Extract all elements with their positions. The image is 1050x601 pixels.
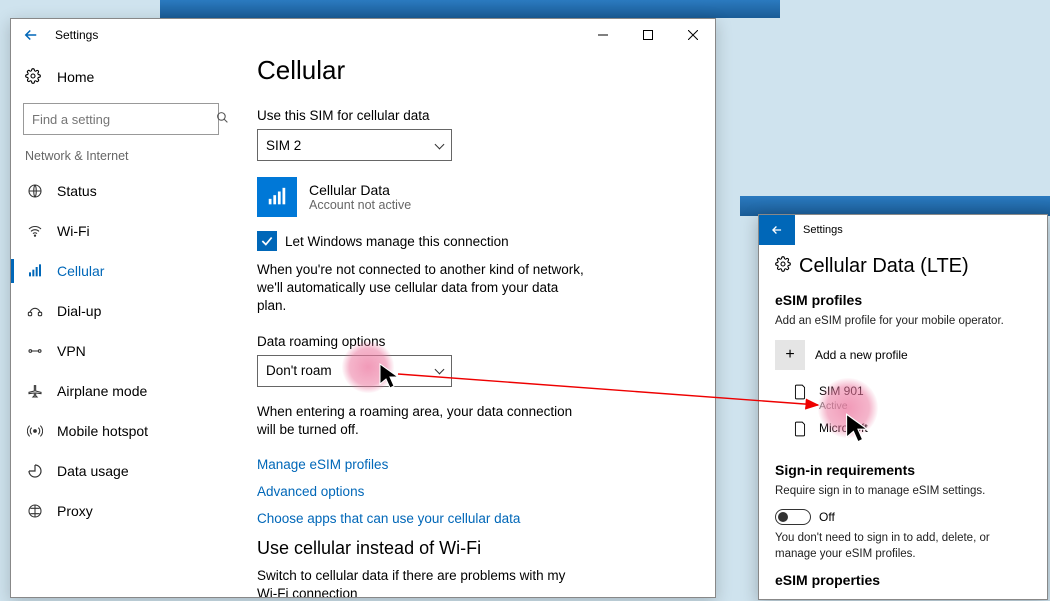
sidebar-item-wifi[interactable]: Wi-Fi	[11, 211, 231, 251]
manage-connection-checkbox-row[interactable]: Let Windows manage this connection	[257, 231, 695, 251]
sidebar-home[interactable]: Home	[11, 57, 231, 97]
settings-window: Settings Home Network & Internet	[10, 18, 716, 598]
sim-select[interactable]: SIM 2	[257, 129, 452, 161]
vpn-icon	[25, 343, 45, 359]
sidebar-item-label: Airplane mode	[57, 383, 147, 399]
maximize-button[interactable]	[625, 19, 670, 51]
titlebar: Settings	[11, 19, 715, 51]
proxy-icon	[25, 503, 45, 519]
sidebar-item-label: Mobile hotspot	[57, 423, 148, 439]
add-profile-label: Add a new profile	[815, 348, 908, 362]
sidebar: Home Network & Internet Status Wi-Fi Cel…	[11, 51, 231, 597]
content-pane: Cellular Use this SIM for cellular data …	[231, 51, 715, 597]
close-button[interactable]	[670, 19, 715, 51]
wifi-icon	[25, 223, 45, 239]
airplane-icon	[25, 383, 45, 399]
profile-state: Active	[819, 400, 848, 412]
link-advanced-options[interactable]: Advanced options	[257, 484, 695, 499]
sidebar-item-label: Cellular	[57, 263, 104, 279]
cellular-bars-icon	[257, 177, 297, 217]
toggle-state-label: Off	[819, 510, 835, 524]
sidebar-item-label: Data usage	[57, 463, 129, 479]
data-usage-icon	[25, 463, 45, 479]
gear-icon	[775, 255, 791, 278]
cellular-icon	[25, 263, 45, 279]
page-title: Cellular	[257, 55, 695, 86]
checkbox-checked-icon	[257, 231, 277, 251]
signin-desc: You don't need to sign in to add, delete…	[775, 531, 1031, 562]
toggle-off-icon	[775, 509, 811, 525]
hotspot-icon	[25, 423, 45, 439]
home-label: Home	[57, 69, 94, 85]
roaming-label: Data roaming options	[257, 334, 695, 349]
globe-icon	[25, 183, 45, 199]
esim-profile-row[interactable]: SIM 901 Active	[775, 384, 1031, 413]
esim-profiles-heading: eSIM profiles	[775, 292, 1031, 308]
esim-profiles-sub: Add an eSIM profile for your mobile oper…	[775, 314, 1031, 330]
sidebar-item-proxy[interactable]: Proxy	[11, 491, 231, 531]
wifi-fallback-heading: Use cellular instead of Wi-Fi	[257, 538, 695, 559]
manage-connection-desc: When you're not connected to another kin…	[257, 261, 587, 316]
sim-card-icon	[793, 421, 811, 440]
sidebar-item-label: VPN	[57, 343, 86, 359]
signin-toggle-row[interactable]: Off	[775, 509, 1031, 525]
roaming-select[interactable]: Don't roam	[257, 355, 452, 387]
esim-window: Settings Cellular Data (LTE) eSIM profil…	[758, 214, 1048, 600]
checkbox-label: Let Windows manage this connection	[285, 234, 509, 249]
search-icon	[216, 111, 229, 127]
link-choose-apps[interactable]: Choose apps that can use your cellular d…	[257, 511, 695, 526]
sidebar-item-datausage[interactable]: Data usage	[11, 451, 231, 491]
profile-name: SIM 901	[819, 384, 864, 398]
sidebar-item-label: Proxy	[57, 503, 93, 519]
sim-select-value: SIM 2	[266, 138, 301, 153]
find-setting-box[interactable]	[23, 103, 219, 135]
chevron-down-icon	[435, 365, 445, 375]
esim-properties-heading: eSIM properties	[775, 572, 1031, 588]
titlebar: Settings	[759, 215, 1047, 245]
sidebar-item-label: Status	[57, 183, 97, 199]
wifi-fallback-sub: Switch to cellular data if there are pro…	[257, 567, 587, 597]
window-title: Settings	[55, 28, 98, 42]
back-button[interactable]	[759, 215, 795, 245]
sidebar-item-airplane[interactable]: Airplane mode	[11, 371, 231, 411]
plus-icon: +	[775, 340, 805, 370]
roaming-desc: When entering a roaming area, your data …	[257, 403, 587, 439]
sidebar-item-hotspot[interactable]: Mobile hotspot	[11, 411, 231, 451]
signin-heading: Sign-in requirements	[775, 462, 1031, 478]
sim-card-icon	[793, 384, 811, 403]
cellular-tile-title: Cellular Data	[309, 182, 411, 198]
esim-profile-row[interactable]: Microsoft	[775, 421, 1031, 440]
minimize-button[interactable]	[580, 19, 625, 51]
sidebar-section-label: Network & Internet	[11, 149, 231, 171]
gear-icon	[25, 68, 45, 87]
cellular-tile[interactable]: Cellular Data Account not active	[257, 177, 695, 217]
sim-select-label: Use this SIM for cellular data	[257, 108, 695, 123]
signin-sub: Require sign in to manage eSIM settings.	[775, 484, 1031, 500]
sidebar-item-label: Dial-up	[57, 303, 101, 319]
roaming-value: Don't roam	[266, 363, 332, 378]
sidebar-item-label: Wi-Fi	[57, 223, 90, 239]
add-profile-button[interactable]: + Add a new profile	[775, 340, 1031, 370]
sidebar-item-vpn[interactable]: VPN	[11, 331, 231, 371]
window-title: Settings	[803, 224, 843, 236]
chevron-down-icon	[435, 139, 445, 149]
link-manage-esim[interactable]: Manage eSIM profiles	[257, 457, 695, 472]
sidebar-item-cellular[interactable]: Cellular	[11, 251, 231, 291]
sidebar-item-dialup[interactable]: Dial-up	[11, 291, 231, 331]
back-button[interactable]	[11, 19, 51, 51]
search-input[interactable]	[24, 112, 216, 127]
cellular-tile-sub: Account not active	[309, 198, 411, 212]
esim-page-title: Cellular Data (LTE)	[775, 255, 1031, 278]
esim-heading-text: Cellular Data (LTE)	[799, 255, 969, 278]
profile-name: Microsoft	[819, 421, 868, 435]
sidebar-item-status[interactable]: Status	[11, 171, 231, 211]
dialup-icon	[25, 303, 45, 319]
